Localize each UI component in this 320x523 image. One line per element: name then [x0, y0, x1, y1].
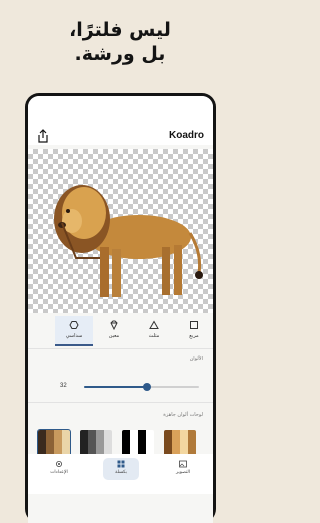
- shape-label: معين: [108, 333, 120, 339]
- colors-slider[interactable]: [84, 383, 199, 391]
- palette-swatch[interactable]: [37, 429, 71, 457]
- shape-label: سداسي: [65, 333, 83, 339]
- palette-color: [96, 430, 104, 456]
- palette-color: [80, 430, 88, 456]
- shape-diamond[interactable]: معين: [95, 316, 133, 344]
- palette-swatch[interactable]: [80, 430, 112, 456]
- divider: [28, 402, 213, 403]
- palette-color: [180, 430, 188, 456]
- nav-label: بكسلة: [115, 470, 127, 475]
- slider-thumb[interactable]: [143, 383, 152, 391]
- palette-color: [130, 430, 138, 456]
- app-screen: Koadro مربع مثلث معين سداسي الألوان 32 ل…: [28, 96, 213, 523]
- palette-list: [28, 429, 213, 457]
- palette-color: [54, 430, 62, 456]
- image-icon: [179, 460, 187, 468]
- nav-settings[interactable]: الإعدادات: [41, 458, 77, 480]
- promo-line-1: ليس فلترًا،: [69, 19, 171, 41]
- palette-color: [122, 430, 130, 456]
- gear-icon: [56, 461, 62, 467]
- promo-line-2: بل ورشة.: [74, 43, 166, 65]
- palette-color: [38, 430, 46, 456]
- image-canvas[interactable]: [28, 149, 213, 313]
- palette-swatch[interactable]: [122, 430, 154, 456]
- shape-hexagon[interactable]: سداسي: [55, 316, 93, 346]
- share-icon[interactable]: [37, 129, 49, 143]
- divider: [28, 348, 213, 349]
- app-title: Koadro: [169, 130, 204, 141]
- palettes-label: لوحات ألوان جاهزة: [163, 412, 203, 418]
- palette-color: [88, 430, 96, 456]
- palette-color: [104, 430, 112, 456]
- slider-fill: [84, 386, 148, 388]
- diamond-icon: [110, 320, 118, 330]
- palette-swatch[interactable]: [164, 430, 196, 456]
- nav-photo[interactable]: التصوير: [165, 458, 201, 480]
- triangle-icon: [149, 320, 159, 329]
- hexagon-icon: [69, 321, 79, 329]
- palette-color: [188, 430, 196, 456]
- square-icon: [190, 321, 198, 329]
- top-bar: Koadro: [28, 96, 213, 145]
- shape-label: مثلث: [148, 333, 160, 339]
- colors-count: 32: [60, 383, 67, 389]
- promo-headline: ليس فلترًا، بل ورشة.: [0, 18, 240, 66]
- colors-label: الألوان: [189, 356, 203, 362]
- shape-label: مربع: [189, 333, 199, 339]
- nav-label: التصوير: [176, 470, 190, 475]
- shape-triangle[interactable]: مثلث: [135, 316, 173, 344]
- nav-pixelate[interactable]: بكسلة: [103, 458, 139, 480]
- palette-color: [164, 430, 172, 456]
- bottom-nav: التصوير بكسلة الإعدادات: [28, 454, 213, 494]
- palette-color: [138, 430, 146, 456]
- shape-square[interactable]: مربع: [175, 316, 213, 344]
- lion-image: [54, 185, 203, 297]
- palette-color: [62, 430, 70, 456]
- nav-label: الإعدادات: [50, 470, 68, 475]
- palette-color: [146, 430, 154, 456]
- palette-color: [46, 430, 54, 456]
- grid-icon: [117, 460, 125, 468]
- palette-color: [172, 430, 180, 456]
- phone-frame: Koadro مربع مثلث معين سداسي الألوان 32 ل…: [25, 93, 216, 523]
- shape-selector: مربع مثلث معين سداسي: [28, 316, 213, 348]
